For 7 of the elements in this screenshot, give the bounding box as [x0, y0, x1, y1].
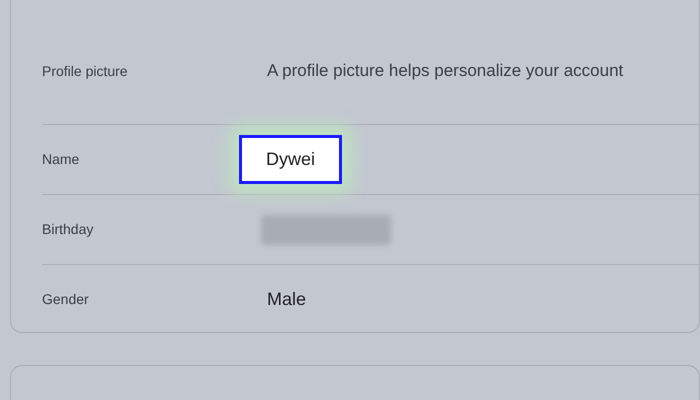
field-label: Birthday — [42, 220, 94, 239]
field-label: Profile picture — [42, 62, 129, 81]
field-value: Male — [267, 288, 306, 310]
field-label: Gender — [42, 290, 90, 308]
name-value: Dywei — [239, 135, 342, 184]
field-label: Name — [42, 150, 80, 169]
field-value: A profile picture helps personalize your account — [267, 60, 624, 82]
